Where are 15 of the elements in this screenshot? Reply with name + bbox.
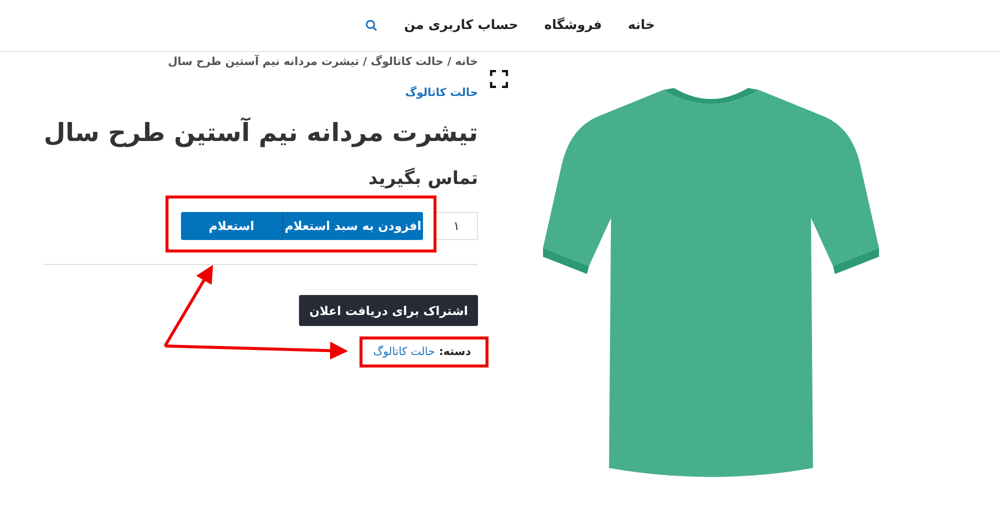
nav-link[interactable]: حساب کاربری من bbox=[404, 16, 518, 36]
price-text: تماس بگیرید bbox=[367, 166, 478, 191]
category-link[interactable]: حالت کاتالوگ bbox=[405, 84, 478, 101]
quantity-field[interactable]: ۱ bbox=[435, 212, 478, 240]
search-icon[interactable] bbox=[365, 19, 378, 32]
product-title: تیشرت مردانه نیم آستین طرح سال bbox=[43, 116, 478, 150]
inquiry-button[interactable]: استعلام bbox=[181, 212, 282, 240]
breadcrumb: خانه / حالت کاتالوگ / تیشرت مردانه نیم آستین طرح سال bbox=[166, 54, 478, 70]
category-label: دسته: bbox=[438, 344, 471, 360]
nav-link[interactable]: فروشگاه bbox=[544, 16, 602, 36]
fullscreen-icon[interactable] bbox=[490, 70, 508, 88]
add-to-cart-button[interactable]: افزودن به سبد استعلام bbox=[282, 212, 423, 240]
category-link[interactable]: حالت کاتالوگ bbox=[373, 344, 435, 360]
subscribe-button[interactable]: اشتراک برای دریافت اعلان bbox=[299, 295, 478, 326]
nav-link[interactable]: خانه bbox=[628, 16, 655, 36]
